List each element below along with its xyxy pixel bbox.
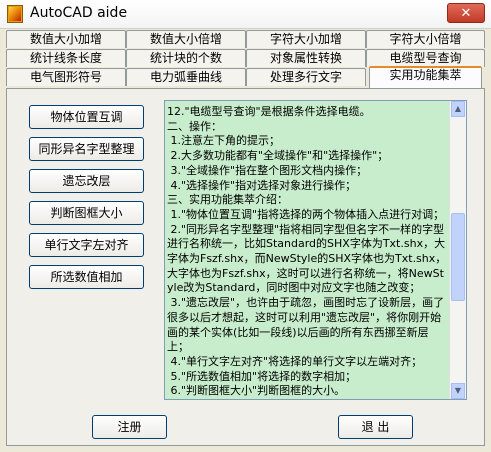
title-bar: AutoCAD aide ✕ bbox=[0, 0, 491, 29]
tab-char-size-multiply[interactable]: 字符大小倍增 bbox=[366, 30, 485, 48]
tab-electrical-symbols[interactable]: 电气图形符号 bbox=[6, 68, 126, 86]
register-button[interactable]: 注册 bbox=[92, 415, 167, 439]
tab-mtext-process[interactable]: 处理多行文字 bbox=[246, 68, 366, 86]
swap-object-position-button[interactable]: 物体位置互调 bbox=[29, 105, 144, 129]
autocad-app-icon bbox=[7, 5, 23, 23]
exit-button[interactable]: 退 出 bbox=[338, 415, 413, 439]
app-window: AutoCAD aide ✕ 数值大小加增 数值大小倍增 字符大小加增 字符大小… bbox=[0, 0, 491, 452]
left-align-text-button[interactable]: 单行文字左对齐 bbox=[29, 233, 144, 257]
scroll-thumb[interactable] bbox=[451, 213, 465, 301]
sum-values-button[interactable]: 所选数值相加 bbox=[29, 265, 144, 289]
forgotten-layer-change-button[interactable]: 遗忘改层 bbox=[29, 169, 144, 193]
tab-value-size-multiply[interactable]: 数值大小倍增 bbox=[126, 30, 246, 48]
vertical-scrollbar[interactable]: ▲ ▼ bbox=[449, 101, 466, 399]
tab-utility-collection[interactable]: 实用功能集萃 bbox=[369, 66, 482, 88]
description-text: 12."电缆型号查询"是根据条件选择电缆。 二、操作： 1.注意左下角的提示； … bbox=[167, 105, 447, 398]
tab-attribute-convert[interactable]: 对象属性转换 bbox=[246, 49, 366, 67]
close-icon[interactable]: ✕ bbox=[447, 3, 485, 23]
scroll-up-icon[interactable]: ▲ bbox=[451, 101, 465, 117]
organize-same-font-style-button[interactable]: 同形异名字型整理 bbox=[29, 137, 144, 161]
tab-strip: 数值大小加增 数值大小倍增 字符大小加增 字符大小倍增 统计线条长度 统计块的个… bbox=[6, 30, 485, 88]
tab-value-size-add[interactable]: 数值大小加增 bbox=[6, 30, 126, 48]
scroll-down-icon[interactable]: ▼ bbox=[451, 383, 465, 399]
tab-count-line-length[interactable]: 统计线条长度 bbox=[6, 49, 126, 67]
tab-count-blocks[interactable]: 统计块的个数 bbox=[126, 49, 246, 67]
description-textarea[interactable]: 12."电缆型号查询"是根据条件选择电缆。 二、操作： 1.注意左下角的提示； … bbox=[164, 100, 467, 400]
tab-char-size-add[interactable]: 字符大小加增 bbox=[246, 30, 366, 48]
window-title: AutoCAD aide bbox=[30, 5, 128, 21]
tab-sag-curve[interactable]: 电力弧垂曲线 bbox=[126, 68, 246, 86]
frame-size-button[interactable]: 判断图框大小 bbox=[29, 201, 144, 225]
tab-cable-query[interactable]: 电缆型号查询 bbox=[366, 49, 485, 67]
